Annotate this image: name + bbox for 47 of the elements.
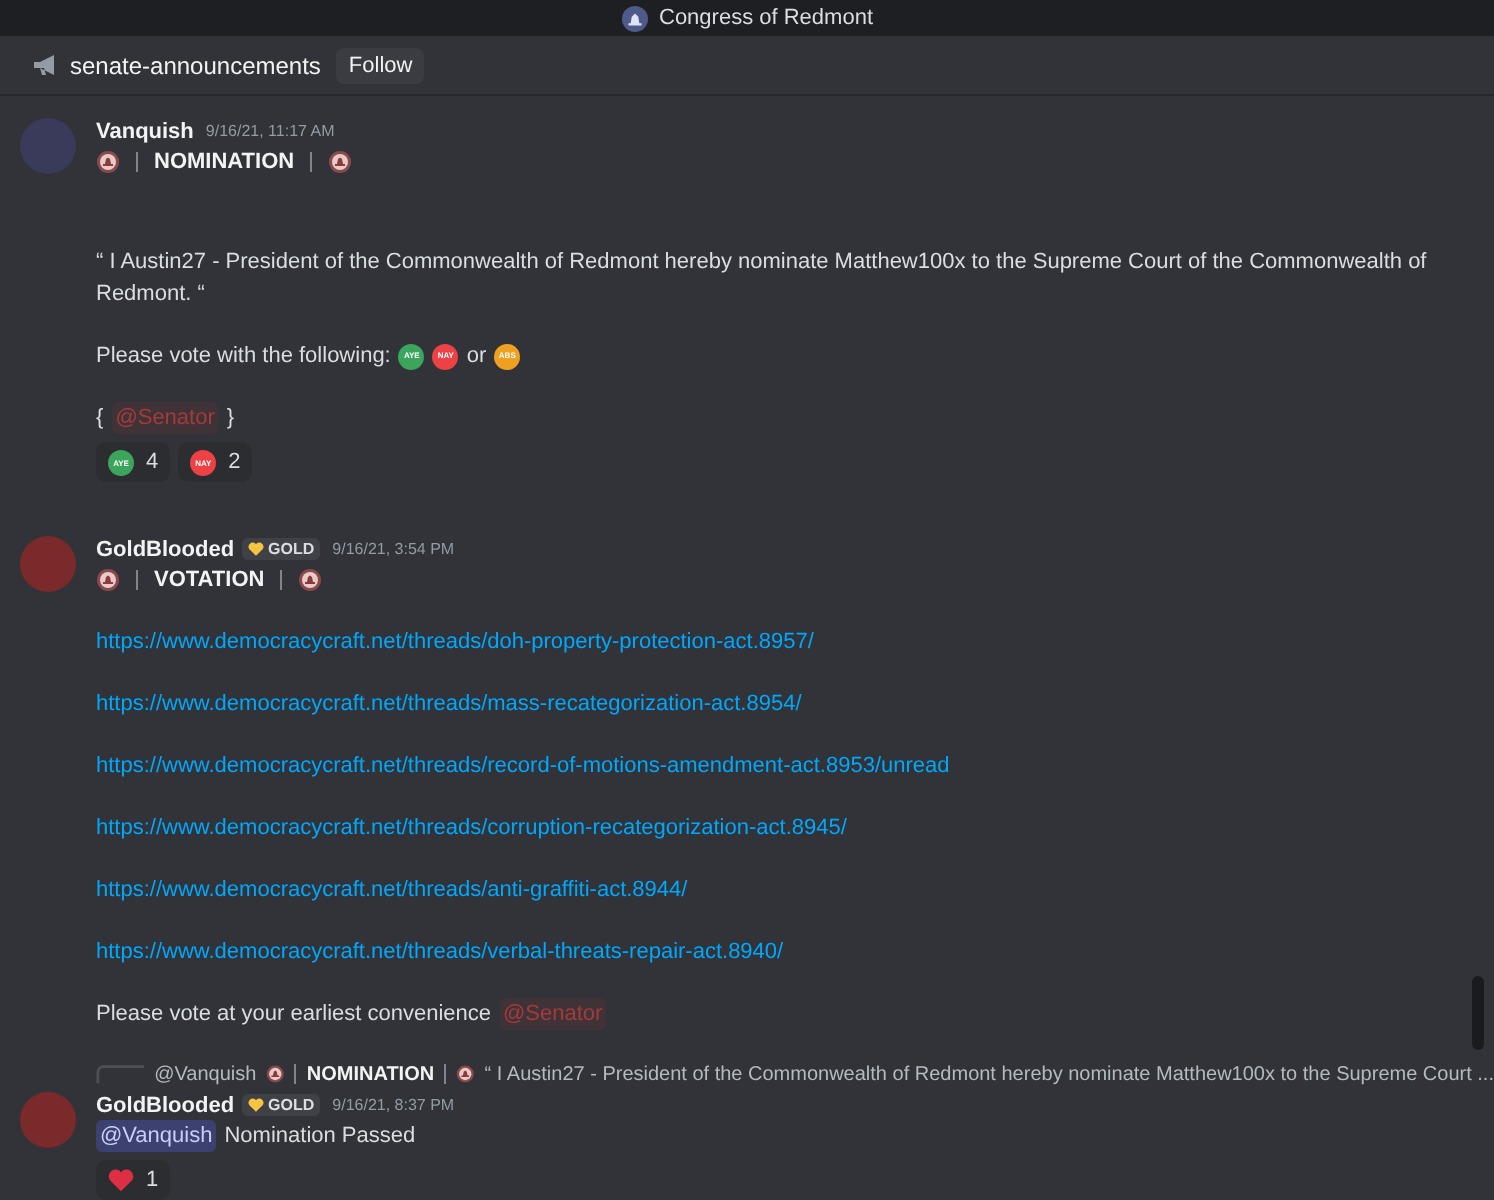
thread-link[interactable]: https://www.democracycraft.net/threads/verbal-threats-repair-act.8940/ — [96, 936, 784, 968]
heart-icon — [248, 1098, 265, 1112]
seal-icon — [456, 1064, 475, 1084]
quote-text: “ I Austin27 - President of the Commonwealth of Redmont hereby nominate Matthew100x to the Supreme Court of the Commonwealth of Redmont. “ — [96, 248, 1429, 310]
heart-icon — [108, 1168, 134, 1192]
megaphone-icon — [32, 54, 58, 77]
avatar[interactable] — [20, 536, 76, 592]
scrollbar-thumb[interactable] — [1472, 976, 1484, 1050]
message-heading: VOTATION — [154, 568, 265, 592]
seal-icon — [96, 568, 120, 592]
reaction-button[interactable]: 1 — [96, 1160, 171, 1200]
seal-icon — [328, 150, 353, 174]
capitol-icon — [621, 5, 647, 32]
window-title: Congress of Redmont — [659, 6, 873, 31]
timestamp: 9/16/21, 8:37 PM — [332, 1096, 455, 1114]
avatar[interactable] — [20, 1092, 76, 1148]
vote-instruction: Please vote with the following: — [96, 342, 391, 372]
heart-icon — [248, 542, 265, 556]
thread-link[interactable]: https://www.democracycraft.net/threads/corruption-recategorization-act.8945/ — [96, 812, 847, 844]
brace-text: { — [96, 404, 104, 434]
message-text: Nomination Passed — [224, 1122, 416, 1152]
reply-heading: NOMINATION — [306, 1063, 435, 1085]
brace-text: } — [226, 404, 235, 434]
message-text: Please vote at your earliest convenience — [96, 1000, 492, 1030]
message-heading: NOMINATION — [154, 150, 295, 174]
follow-button[interactable]: Follow — [336, 47, 425, 84]
channel-name: senate-announcements — [70, 51, 321, 80]
user-mention[interactable]: @Vanquish — [96, 1120, 217, 1152]
thread-link[interactable]: https://www.democracycraft.net/threads/anti-graffiti-act.8944/ — [96, 874, 688, 906]
reply-excerpt[interactable]: “ I Austin27 - President of the Commonwealth of Redmont hereby nominate Matthew100x to the Supreme Court ... — [484, 1063, 1494, 1085]
timestamp: 9/16/21, 11:17 AM — [205, 122, 335, 140]
seal-icon — [298, 568, 323, 592]
seal-icon — [266, 1064, 285, 1084]
author-name[interactable]: GoldBlooded — [96, 1093, 235, 1117]
guild-tag: GOLD — [242, 1094, 321, 1116]
seal-icon — [96, 150, 120, 174]
guild-tag: GOLD — [242, 538, 321, 560]
thread-link[interactable]: https://www.democracycraft.net/threads/record-of-motions-amendment-act.8953/unread — [96, 750, 950, 782]
reply-author[interactable]: @Vanquish — [154, 1063, 257, 1085]
thread-link[interactable]: https://www.democracycraft.net/threads/doh-property-protection-act.8957/ — [96, 626, 814, 658]
author-name[interactable]: GoldBlooded — [96, 537, 235, 561]
thread-link[interactable]: https://www.democracycraft.net/threads/mass-recategorization-act.8954/ — [96, 688, 802, 720]
author-name[interactable]: Vanquish — [96, 119, 194, 143]
joiner-text: or — [466, 342, 487, 372]
avatar[interactable] — [20, 118, 76, 174]
reply-line-icon — [96, 1064, 145, 1084]
timestamp: 9/16/21, 3:54 PM — [332, 540, 455, 558]
